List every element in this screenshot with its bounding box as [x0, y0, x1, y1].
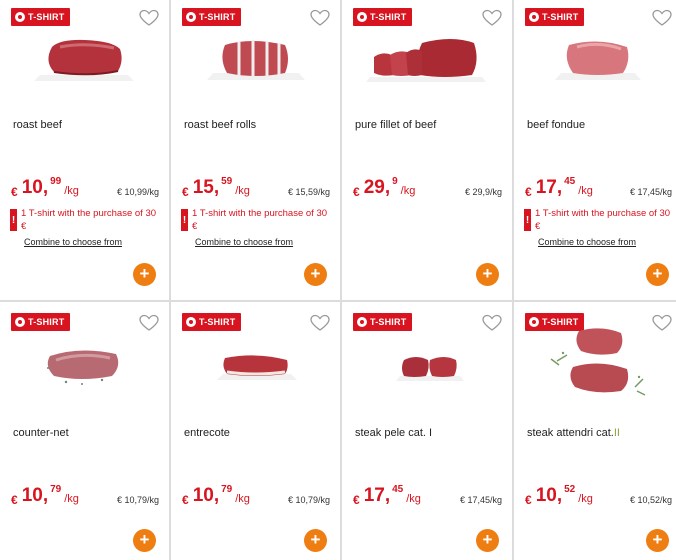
- heart-outline-icon[interactable]: [139, 314, 159, 332]
- heart-outline-icon[interactable]: [139, 9, 159, 27]
- price: €10, 99/kg: [11, 176, 79, 199]
- add-to-cart-button[interactable]: +: [304, 529, 327, 552]
- add-to-cart-button[interactable]: +: [646, 529, 669, 552]
- unit-price: € 10,52/kg: [629, 495, 672, 505]
- product-image[interactable]: [0, 30, 169, 85]
- unit-price: € 10,79/kg: [287, 495, 330, 505]
- price: €10, 52/kg: [525, 484, 593, 507]
- tshirt-badge: T-SHIRT: [353, 8, 413, 26]
- tshirt-badge: T-SHIRT: [525, 8, 585, 26]
- promo-message: ! 1 T-shirt with the purchase of 30 €: [10, 208, 157, 232]
- tshirt-badge: T-SHIRT: [182, 8, 242, 26]
- add-to-cart-button[interactable]: +: [476, 263, 499, 286]
- add-to-cart-button[interactable]: +: [304, 263, 327, 286]
- heart-outline-icon[interactable]: [482, 9, 502, 27]
- product-card[interactable]: T-SHIRT beef fondue €17, 45/kg € 17,45/kg…: [514, 0, 676, 300]
- price: €15, 59/kg: [182, 176, 250, 199]
- product-card[interactable]: T-SHIRT entrecote €10, 79/kg € 10,79/kg +: [171, 302, 340, 560]
- football-icon: [15, 12, 25, 22]
- tshirt-badge: T-SHIRT: [11, 8, 71, 26]
- price: €10, 79/kg: [182, 484, 250, 507]
- price: €17, 45/kg: [353, 484, 421, 507]
- product-image[interactable]: [171, 335, 340, 395]
- football-icon: [529, 317, 539, 327]
- product-card[interactable]: T-SHIRT steak attendri cat.II €10, 52/kg …: [514, 302, 676, 560]
- price: €17, 45/kg: [525, 176, 593, 199]
- product-title[interactable]: counter-net: [13, 427, 69, 439]
- exclamation-icon: !: [10, 209, 17, 231]
- product-image[interactable]: [342, 335, 512, 395]
- tshirt-badge: T-SHIRT: [182, 313, 242, 331]
- category-number: II: [613, 427, 620, 439]
- product-card[interactable]: T-SHIRT pure fillet of beef €29, 9/kg € 2…: [342, 0, 512, 300]
- combine-link[interactable]: Combine to choose from: [195, 237, 293, 247]
- unit-price: € 29,9/kg: [464, 187, 502, 197]
- product-card[interactable]: T-SHIRT steak pele cat. I €17, 45/kg € 17…: [342, 302, 512, 560]
- product-image[interactable]: [342, 30, 512, 85]
- product-card[interactable]: T-SHIRT counter-net €10, 79/kg € 10,79/kg…: [0, 302, 169, 560]
- product-title[interactable]: roast beef: [13, 119, 62, 131]
- football-icon: [357, 317, 367, 327]
- unit-price: € 17,45/kg: [629, 187, 672, 197]
- exclamation-icon: !: [524, 209, 531, 231]
- add-to-cart-button[interactable]: +: [133, 529, 156, 552]
- product-title[interactable]: steak pele cat. I: [355, 427, 432, 439]
- heart-outline-icon[interactable]: [652, 9, 672, 27]
- product-image[interactable]: [0, 335, 169, 395]
- promo-message: ! 1 T-shirt with the purchase of 30 €: [181, 208, 328, 232]
- unit-price: € 17,45/kg: [459, 495, 502, 505]
- product-title[interactable]: roast beef rolls: [184, 119, 256, 131]
- unit-price: € 10,99/kg: [116, 187, 159, 197]
- football-icon: [529, 12, 539, 22]
- add-to-cart-button[interactable]: +: [646, 263, 669, 286]
- exclamation-icon: !: [181, 209, 188, 231]
- price: €29, 9/kg: [353, 176, 416, 199]
- product-title[interactable]: beef fondue: [527, 119, 585, 131]
- product-title[interactable]: steak attendri cat.II: [527, 427, 620, 439]
- price: €10, 79/kg: [11, 484, 79, 507]
- tshirt-badge: T-SHIRT: [353, 313, 413, 331]
- product-card[interactable]: T-SHIRT roast beef €10, 99/kg € 10,99/kg …: [0, 0, 169, 300]
- product-title[interactable]: entrecote: [184, 427, 230, 439]
- football-icon: [15, 317, 25, 327]
- combine-link[interactable]: Combine to choose from: [24, 237, 122, 247]
- add-to-cart-button[interactable]: +: [476, 529, 499, 552]
- unit-price: € 10,79/kg: [116, 495, 159, 505]
- product-image[interactable]: [171, 30, 340, 85]
- heart-outline-icon[interactable]: [310, 9, 330, 27]
- add-to-cart-button[interactable]: +: [133, 263, 156, 286]
- football-icon: [357, 12, 367, 22]
- product-title[interactable]: pure fillet of beef: [355, 119, 436, 131]
- promo-message: ! 1 T-shirt with the purchase of 30 €: [524, 208, 671, 232]
- heart-outline-icon[interactable]: [652, 314, 672, 332]
- tshirt-badge: T-SHIRT: [11, 313, 71, 331]
- unit-price: € 15,59/kg: [287, 187, 330, 197]
- product-image[interactable]: [514, 30, 676, 85]
- football-icon: [186, 317, 196, 327]
- product-image[interactable]: [514, 328, 676, 396]
- product-grid: T-SHIRT roast beef €10, 99/kg € 10,99/kg …: [0, 0, 676, 560]
- football-icon: [186, 12, 196, 22]
- heart-outline-icon[interactable]: [310, 314, 330, 332]
- product-card[interactable]: T-SHIRT roast beef rolls €15, 59/kg € 15,…: [171, 0, 340, 300]
- combine-link[interactable]: Combine to choose from: [538, 237, 636, 247]
- heart-outline-icon[interactable]: [482, 314, 502, 332]
